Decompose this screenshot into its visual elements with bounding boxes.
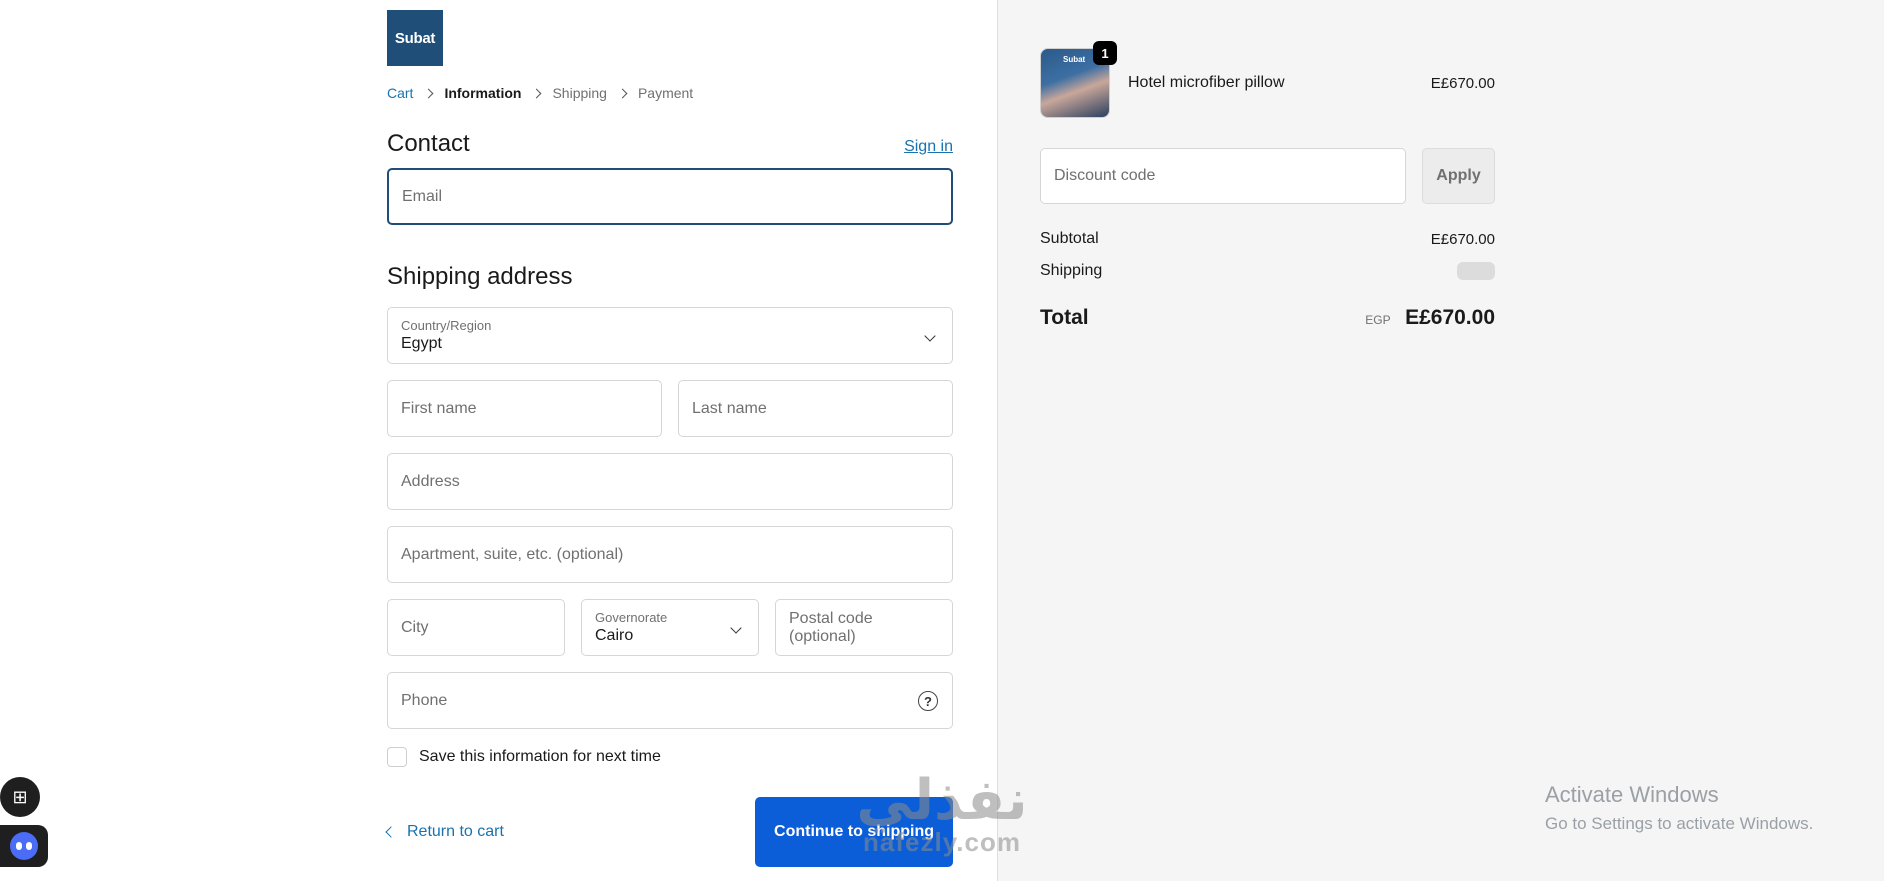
last-name-field[interactable]: Last name — [678, 380, 953, 437]
activate-windows-notice: Activate Windows Go to Settings to activ… — [1545, 782, 1813, 834]
governorate-value: Cairo — [595, 627, 634, 644]
return-label: Return to cart — [407, 823, 504, 840]
quantity-badge: 1 — [1093, 41, 1117, 65]
activate-subtitle: Go to Settings to activate Windows. — [1545, 814, 1814, 833]
product-price: E£670.00 — [1430, 74, 1495, 92]
save-info-label: Save this information for next time — [419, 748, 661, 765]
contact-header: Contact Sign in — [387, 130, 953, 158]
breadcrumb-payment: Payment — [637, 85, 694, 101]
checkout-form-panel: Subat Cart Information Shipping Payment … — [0, 0, 997, 881]
sign-in-link[interactable]: Sign in — [904, 138, 953, 156]
thumbnail-logo: Subat — [1063, 55, 1086, 64]
shipping-loading-placeholder — [1457, 262, 1495, 280]
continue-to-shipping-button[interactable]: Continue to shipping — [755, 797, 953, 867]
contact-title: Contact — [387, 130, 470, 157]
shipping-row: Shipping — [1040, 262, 1495, 280]
breadcrumb: Cart Information Shipping Payment — [387, 84, 953, 102]
phone-field[interactable]: Phone ? — [387, 672, 953, 729]
chevron-down-icon — [924, 330, 936, 342]
subtotal-label: Subtotal — [1040, 230, 1099, 247]
governorate-select[interactable]: Governorate Cairo — [581, 599, 759, 656]
order-summary-column: Subat 1 Hotel microfiber pillow E£670.00… — [1040, 41, 1495, 330]
breadcrumb-shipping: Shipping — [552, 85, 607, 101]
shipping-label: Shipping — [1040, 262, 1103, 279]
apartment-placeholder: Apartment, suite, etc. (optional) — [401, 545, 624, 563]
email-field[interactable]: Email — [387, 168, 953, 225]
chevron-right-icon — [617, 88, 628, 98]
save-info-row: Save this information for next time — [387, 747, 953, 767]
apply-discount-button[interactable]: Apply — [1422, 148, 1495, 204]
subtotal-value: E£670.00 — [1430, 230, 1495, 248]
address-field[interactable]: Address — [387, 453, 953, 510]
postal-code-field[interactable]: Postal code (optional) — [775, 599, 953, 656]
first-name-placeholder: First name — [401, 399, 477, 417]
apartment-field[interactable]: Apartment, suite, etc. (optional) — [387, 526, 953, 583]
return-to-cart-link[interactable]: Return to cart — [385, 823, 504, 841]
email-placeholder: Email — [402, 187, 443, 205]
total-value: E£670.00 — [1405, 306, 1495, 329]
total-currency: EGP — [1365, 313, 1391, 327]
subtotal-row: Subtotal E£670.00 — [1040, 230, 1495, 248]
total-row: Total EGP E£670.00 — [1040, 306, 1495, 330]
form-actions: Return to cart Continue to shipping — [385, 797, 953, 867]
city-field[interactable]: City — [387, 599, 565, 656]
city-placeholder: City — [401, 618, 429, 636]
chevron-right-icon — [532, 88, 542, 98]
form-column: Subat Cart Information Shipping Payment … — [385, 10, 953, 867]
product-thumbnail: Subat 1 — [1040, 41, 1117, 118]
first-name-field[interactable]: First name — [387, 380, 662, 437]
governorate-label: Governorate — [595, 610, 668, 625]
cart-line-item: Subat 1 Hotel microfiber pillow E£670.00 — [1040, 41, 1495, 118]
address-placeholder: Address — [401, 472, 460, 490]
help-icon[interactable]: ? — [918, 691, 938, 711]
country-label: Country/Region — [401, 318, 492, 333]
city-row: City Governorate Cairo Postal code (opti… — [387, 599, 953, 656]
product-name: Hotel microfiber pillow — [1128, 74, 1285, 91]
name-row: First name Last name — [387, 380, 953, 437]
phone-placeholder: Phone — [401, 691, 448, 709]
save-info-checkbox[interactable] — [387, 747, 407, 767]
chevron-down-icon — [730, 622, 742, 634]
postal-placeholder: Postal code (optional) — [789, 609, 873, 645]
discount-placeholder: Discount code — [1054, 167, 1156, 184]
activate-title: Activate Windows — [1545, 782, 1719, 807]
assistant-bot-icon[interactable] — [0, 825, 48, 867]
chevron-right-icon — [424, 88, 434, 98]
last-name-placeholder: Last name — [692, 399, 767, 417]
breadcrumb-information: Information — [444, 85, 522, 101]
country-select[interactable]: Country/Region Egypt — [387, 307, 953, 364]
country-value: Egypt — [401, 335, 442, 352]
apps-grid-icon[interactable]: ⊞ — [0, 777, 40, 817]
discount-code-input[interactable]: Discount code — [1040, 148, 1406, 204]
shipping-address-title: Shipping address — [387, 263, 573, 290]
breadcrumb-cart[interactable]: Cart — [387, 85, 413, 101]
chevron-left-icon — [385, 826, 397, 838]
total-label: Total — [1040, 306, 1089, 329]
discount-row: Discount code Apply — [1040, 148, 1495, 204]
store-logo[interactable]: Subat — [387, 10, 443, 66]
order-summary-panel: Subat 1 Hotel microfiber pillow E£670.00… — [997, 0, 1884, 881]
